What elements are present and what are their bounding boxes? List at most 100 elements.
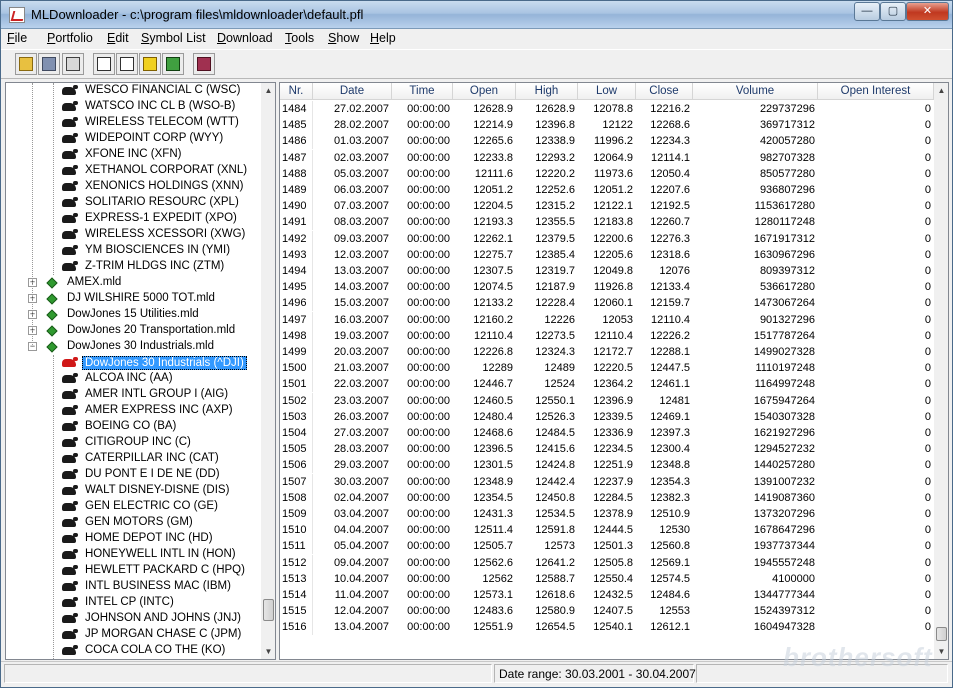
minimize-button[interactable]: — bbox=[854, 2, 880, 21]
table-row[interactable]: 1496 15.03.2007 00:00:00 12133.2 12228.4 1206… bbox=[280, 295, 934, 312]
print-button[interactable] bbox=[62, 53, 84, 75]
table-row[interactable]: 1492 09.03.2007 00:00:00 12262.1 12379.5 1220… bbox=[280, 230, 934, 247]
tree-symbol-item[interactable]: WESCO FINANCIAL C (WSC) bbox=[6, 83, 261, 99]
menu-show[interactable]: Show bbox=[328, 31, 359, 45]
table-row[interactable]: 1494 13.03.2007 00:00:00 12307.5 12319.7 1204… bbox=[280, 263, 934, 279]
table-row[interactable]: 1516 13.04.2007 00:00:00 12551.9 12654.5 1254… bbox=[280, 619, 934, 636]
tree-scrollbar[interactable]: ▲ ▼ bbox=[261, 83, 275, 659]
menu-portfolio[interactable]: Portfolio bbox=[47, 31, 93, 45]
table-row[interactable]: 1502 23.03.2007 00:00:00 12460.5 12550.1 1239… bbox=[280, 392, 934, 409]
menu-download[interactable]: Download bbox=[217, 31, 273, 45]
tree-symbol-item[interactable]: DowJones 30 Industrials (^DJI) bbox=[6, 355, 261, 371]
tree-symbol-item[interactable]: SOLITARIO RESOURC (XPL) bbox=[6, 195, 261, 211]
tree-symbol-item[interactable]: HOME DEPOT INC (HD) bbox=[6, 531, 261, 547]
tree-symbol-item[interactable]: INTL BUSINESS MAC (IBM) bbox=[6, 579, 261, 595]
symbol-tree[interactable]: ▲ ▼ WESCO FINANCIAL C (WSC) WATSCO INC CL… bbox=[5, 82, 276, 660]
tree-symbol-item[interactable]: HONEYWELL INTL IN (HON) bbox=[6, 547, 261, 563]
book-button[interactable] bbox=[193, 53, 215, 75]
scroll-down-icon[interactable]: ▼ bbox=[261, 644, 275, 659]
tree-symbol-item[interactable]: EXPRESS-1 EXPEDIT (XPO) bbox=[6, 211, 261, 227]
table-row[interactable]: 1485 28.02.2007 00:00:00 12214.9 12396.8 1212… bbox=[280, 117, 934, 134]
tree-symbol-item[interactable]: Z-TRIM HLDGS INC (ZTM) bbox=[6, 259, 261, 275]
menu-edit[interactable]: Edit bbox=[107, 31, 129, 45]
tree-symbol-item[interactable]: GEN ELECTRIC CO (GE) bbox=[6, 499, 261, 515]
open-button[interactable] bbox=[15, 53, 37, 75]
tree-symbol-item[interactable]: XENONICS HOLDINGS (XNN) bbox=[6, 179, 261, 195]
column-header-volume[interactable]: Volume bbox=[693, 83, 818, 100]
table-row[interactable]: 1514 11.04.2007 00:00:00 12573.1 12618.6 1243… bbox=[280, 587, 934, 603]
tree-list-item[interactable]: + DowJones 20 Transportation.mld bbox=[6, 323, 261, 339]
menu-symbol-list[interactable]: Symbol List bbox=[141, 31, 206, 45]
grid-scroll-thumb[interactable] bbox=[936, 627, 947, 641]
tree-symbol-item[interactable]: WIRELESS XCESSORI (XWG) bbox=[6, 227, 261, 243]
table-row[interactable]: 1508 02.04.2007 00:00:00 12354.5 12450.8 1228… bbox=[280, 489, 934, 506]
tree-symbol-item[interactable]: ALCOA INC (AA) bbox=[6, 371, 261, 387]
tree-symbol-item[interactable]: YM BIOSCIENCES IN (YMI) bbox=[6, 243, 261, 259]
menu-file[interactable]: File bbox=[7, 31, 27, 45]
export-button[interactable] bbox=[116, 53, 138, 75]
table-row[interactable]: 1503 26.03.2007 00:00:00 12480.4 12526.3 1233… bbox=[280, 408, 934, 425]
table-row[interactable]: 1505 28.03.2007 00:00:00 12396.5 12415.6 1223… bbox=[280, 441, 934, 458]
grid-scroll-up-icon[interactable]: ▲ bbox=[934, 83, 948, 98]
grid-scroll-down-icon[interactable]: ▼ bbox=[934, 644, 948, 659]
table-row[interactable]: 1513 10.04.2007 00:00:00 12562 12588.7 12550.… bbox=[280, 570, 934, 587]
tree-list-item[interactable]: + DJ WILSHIRE 5000 TOT.mld bbox=[6, 291, 261, 307]
tree-symbol-item[interactable]: AMER EXPRESS INC (AXP) bbox=[6, 403, 261, 419]
table-row[interactable]: 1515 12.04.2007 00:00:00 12483.6 12580.9 1240… bbox=[280, 603, 934, 620]
tree-symbol-item[interactable]: XETHANOL CORPORAT (XNL) bbox=[6, 163, 261, 179]
tree-list-item[interactable]: + AMEX.mld bbox=[6, 275, 261, 291]
column-header-low[interactable]: Low bbox=[578, 83, 636, 100]
table-row[interactable]: 1490 07.03.2007 00:00:00 12204.5 12315.2 1212… bbox=[280, 198, 934, 215]
maximize-button[interactable]: ▢ bbox=[880, 2, 906, 21]
table-row[interactable]: 1509 03.04.2007 00:00:00 12431.3 12534.5 1237… bbox=[280, 506, 934, 522]
tree-list-item[interactable]: − DowJones 30 Industrials.mld bbox=[6, 339, 261, 355]
table-row[interactable]: 1487 02.03.2007 00:00:00 12233.8 12293.2 1206… bbox=[280, 149, 934, 166]
column-header-time[interactable]: Time bbox=[392, 83, 453, 100]
table-row[interactable]: 1504 27.03.2007 00:00:00 12468.6 12484.5 1233… bbox=[280, 425, 934, 441]
table-row[interactable]: 1489 06.03.2007 00:00:00 12051.2 12252.6 1205… bbox=[280, 182, 934, 198]
table-row[interactable]: 1501 22.03.2007 00:00:00 12446.7 12524 12364.… bbox=[280, 376, 934, 393]
column-header-high[interactable]: High bbox=[516, 83, 578, 100]
table-row[interactable]: 1507 30.03.2007 00:00:00 12348.9 12442.4 1223… bbox=[280, 473, 934, 490]
table-row[interactable]: 1491 08.03.2007 00:00:00 12193.3 12355.5 1218… bbox=[280, 214, 934, 231]
tree-symbol-item[interactable]: AMER INTL GROUP I (AIG) bbox=[6, 387, 261, 403]
tree-symbol-item[interactable]: WIRELESS TELECOM (WTT) bbox=[6, 115, 261, 131]
tree-symbol-item[interactable]: WIDEPOINT CORP (WYY) bbox=[6, 131, 261, 147]
table-row[interactable]: 1500 21.03.2007 00:00:00 12289 12489 12220.5 1… bbox=[280, 360, 934, 377]
tree-symbol-item[interactable]: WATSCO INC CL B (WSO-B) bbox=[6, 99, 261, 115]
close-button[interactable]: ✕ bbox=[906, 2, 949, 21]
import-button[interactable] bbox=[93, 53, 115, 75]
quotes-grid[interactable]: Nr. Date Time Open High Low Close Volume Open In… bbox=[279, 82, 949, 660]
column-header-nr[interactable]: Nr. bbox=[280, 83, 313, 100]
table-row[interactable]: 1511 05.04.2007 00:00:00 12505.7 12573 12501.… bbox=[280, 538, 934, 555]
column-header-date[interactable]: Date bbox=[313, 83, 392, 100]
grid-scrollbar[interactable]: ▲ ▼ bbox=[934, 83, 948, 659]
table-row[interactable]: 1488 05.03.2007 00:00:00 12111.6 12220.2 1197… bbox=[280, 165, 934, 182]
tree-symbol-item[interactable]: COCA COLA CO THE (KO) bbox=[6, 643, 261, 659]
tree-symbol-item[interactable]: BOEING CO (BA) bbox=[6, 419, 261, 435]
tree-symbol-item[interactable]: CITIGROUP INC (C) bbox=[6, 435, 261, 451]
tree-symbol-item[interactable]: JP MORGAN CHASE C (JPM) bbox=[6, 627, 261, 643]
table-row[interactable]: 1484 27.02.2007 00:00:00 12628.9 12628.9 1207… bbox=[280, 101, 934, 117]
table-row[interactable]: 1495 14.03.2007 00:00:00 12074.5 12187.9 1192… bbox=[280, 279, 934, 296]
convert-button[interactable] bbox=[162, 53, 184, 75]
update-button[interactable] bbox=[139, 53, 161, 75]
column-header-open[interactable]: Open bbox=[453, 83, 516, 100]
table-row[interactable]: 1493 12.03.2007 00:00:00 12275.7 12385.4 1220… bbox=[280, 246, 934, 263]
table-row[interactable]: 1498 19.03.2007 00:00:00 12110.4 12273.5 1211… bbox=[280, 327, 934, 344]
menu-help[interactable]: Help bbox=[370, 31, 396, 45]
tree-symbol-item[interactable]: JOHNSON AND JOHNS (JNJ) bbox=[6, 611, 261, 627]
tree-symbol-item[interactable]: GEN MOTORS (GM) bbox=[6, 515, 261, 531]
tree-symbol-item[interactable]: WALT DISNEY-DISNE (DIS) bbox=[6, 483, 261, 499]
menu-tools[interactable]: Tools bbox=[285, 31, 314, 45]
column-header-close[interactable]: Close bbox=[636, 83, 693, 100]
table-row[interactable]: 1510 04.04.2007 00:00:00 12511.4 12591.8 1244… bbox=[280, 522, 934, 539]
tree-symbol-item[interactable]: CATERPILLAR INC (CAT) bbox=[6, 451, 261, 467]
table-row[interactable]: 1499 20.03.2007 00:00:00 12226.8 12324.3 1217… bbox=[280, 344, 934, 360]
tree-symbol-item[interactable]: HEWLETT PACKARD C (HPQ) bbox=[6, 563, 261, 579]
scroll-up-icon[interactable]: ▲ bbox=[261, 83, 275, 98]
table-row[interactable]: 1506 29.03.2007 00:00:00 12301.5 12424.8 1225… bbox=[280, 457, 934, 474]
table-row[interactable]: 1486 01.03.2007 00:00:00 12265.6 12338.9 1199… bbox=[280, 133, 934, 150]
tree-scroll-thumb[interactable] bbox=[263, 599, 274, 621]
tree-list-item[interactable]: + DowJones 15 Utilities.mld bbox=[6, 307, 261, 323]
